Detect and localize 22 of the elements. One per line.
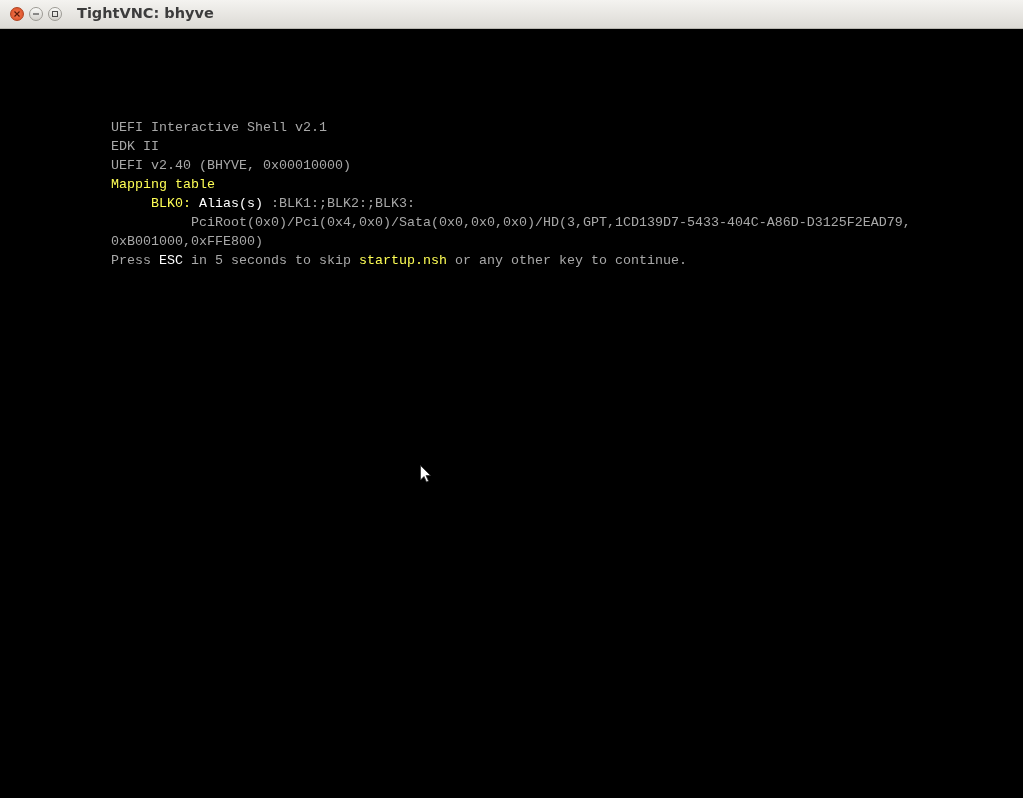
console-text: UEFI v2.40 (BHYVE, 0x00010000): [111, 157, 351, 175]
console-text: PciRoot(0x0)/Pci(0x4,0x0)/Sata(0x0,0x0,0x0)/HD(3,GPT,1CD139D7-5433-404C-A86D-D3125F2EAD79,: [191, 214, 911, 232]
console-text: 0xB001000,0xFFE800): [111, 233, 263, 251]
console-text: :BLK1:;BLK2:;BLK3:: [271, 195, 415, 213]
console-text: ESC: [159, 252, 183, 270]
window-title: TightVNC: bhyve: [77, 4, 214, 24]
mouse-pointer-icon: [420, 465, 431, 483]
close-button[interactable]: [10, 7, 24, 21]
console-text: Alias(s): [199, 195, 263, 213]
minimize-icon: [33, 13, 39, 15]
console-text: UEFI Interactive Shell v2.1: [111, 119, 327, 137]
console-text: BLK0:: [151, 195, 191, 213]
maximize-button[interactable]: [48, 7, 62, 21]
close-icon: [14, 11, 20, 17]
minimize-button[interactable]: [29, 7, 43, 21]
maximize-icon: [52, 11, 58, 17]
console-text: EDK II: [111, 138, 159, 156]
console-text: Press: [111, 252, 151, 270]
console-text: in 5 seconds to skip: [191, 252, 351, 270]
console-text: Mapping table: [111, 176, 215, 194]
console-text: startup.nsh: [358, 252, 447, 270]
console-text: or any other key to continue.: [454, 252, 687, 270]
